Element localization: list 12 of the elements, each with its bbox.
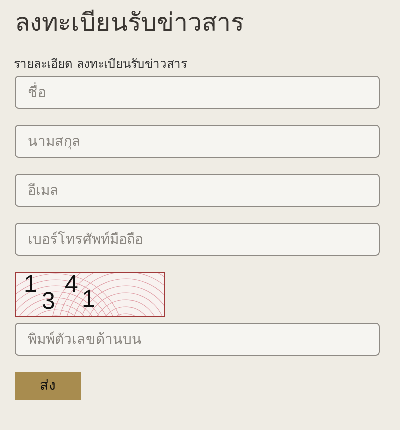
page-title: ลงทะเบียนรับข่าวสาร [15,7,244,39]
form-description: รายละเอียด ลงทะเบียนรับข่าวสาร [14,56,187,72]
text-field[interactable]: อีเมล [15,174,380,207]
captcha-character: 4 [65,273,78,298]
text-field[interactable]: นามสกุล [15,125,380,158]
submit-button[interactable]: ส่ง [15,372,81,400]
text-field[interactable]: เบอร์โทรศัพท์มือถือ [15,223,380,256]
captcha-character: 3 [42,288,56,315]
captcha-character: 1 [82,286,96,313]
captcha-input-field[interactable]: พิมพ์ตัวเลขด้านบน [15,323,380,356]
captcha-character: 1 [24,273,38,298]
text-field[interactable]: ชื่อ [15,76,380,109]
